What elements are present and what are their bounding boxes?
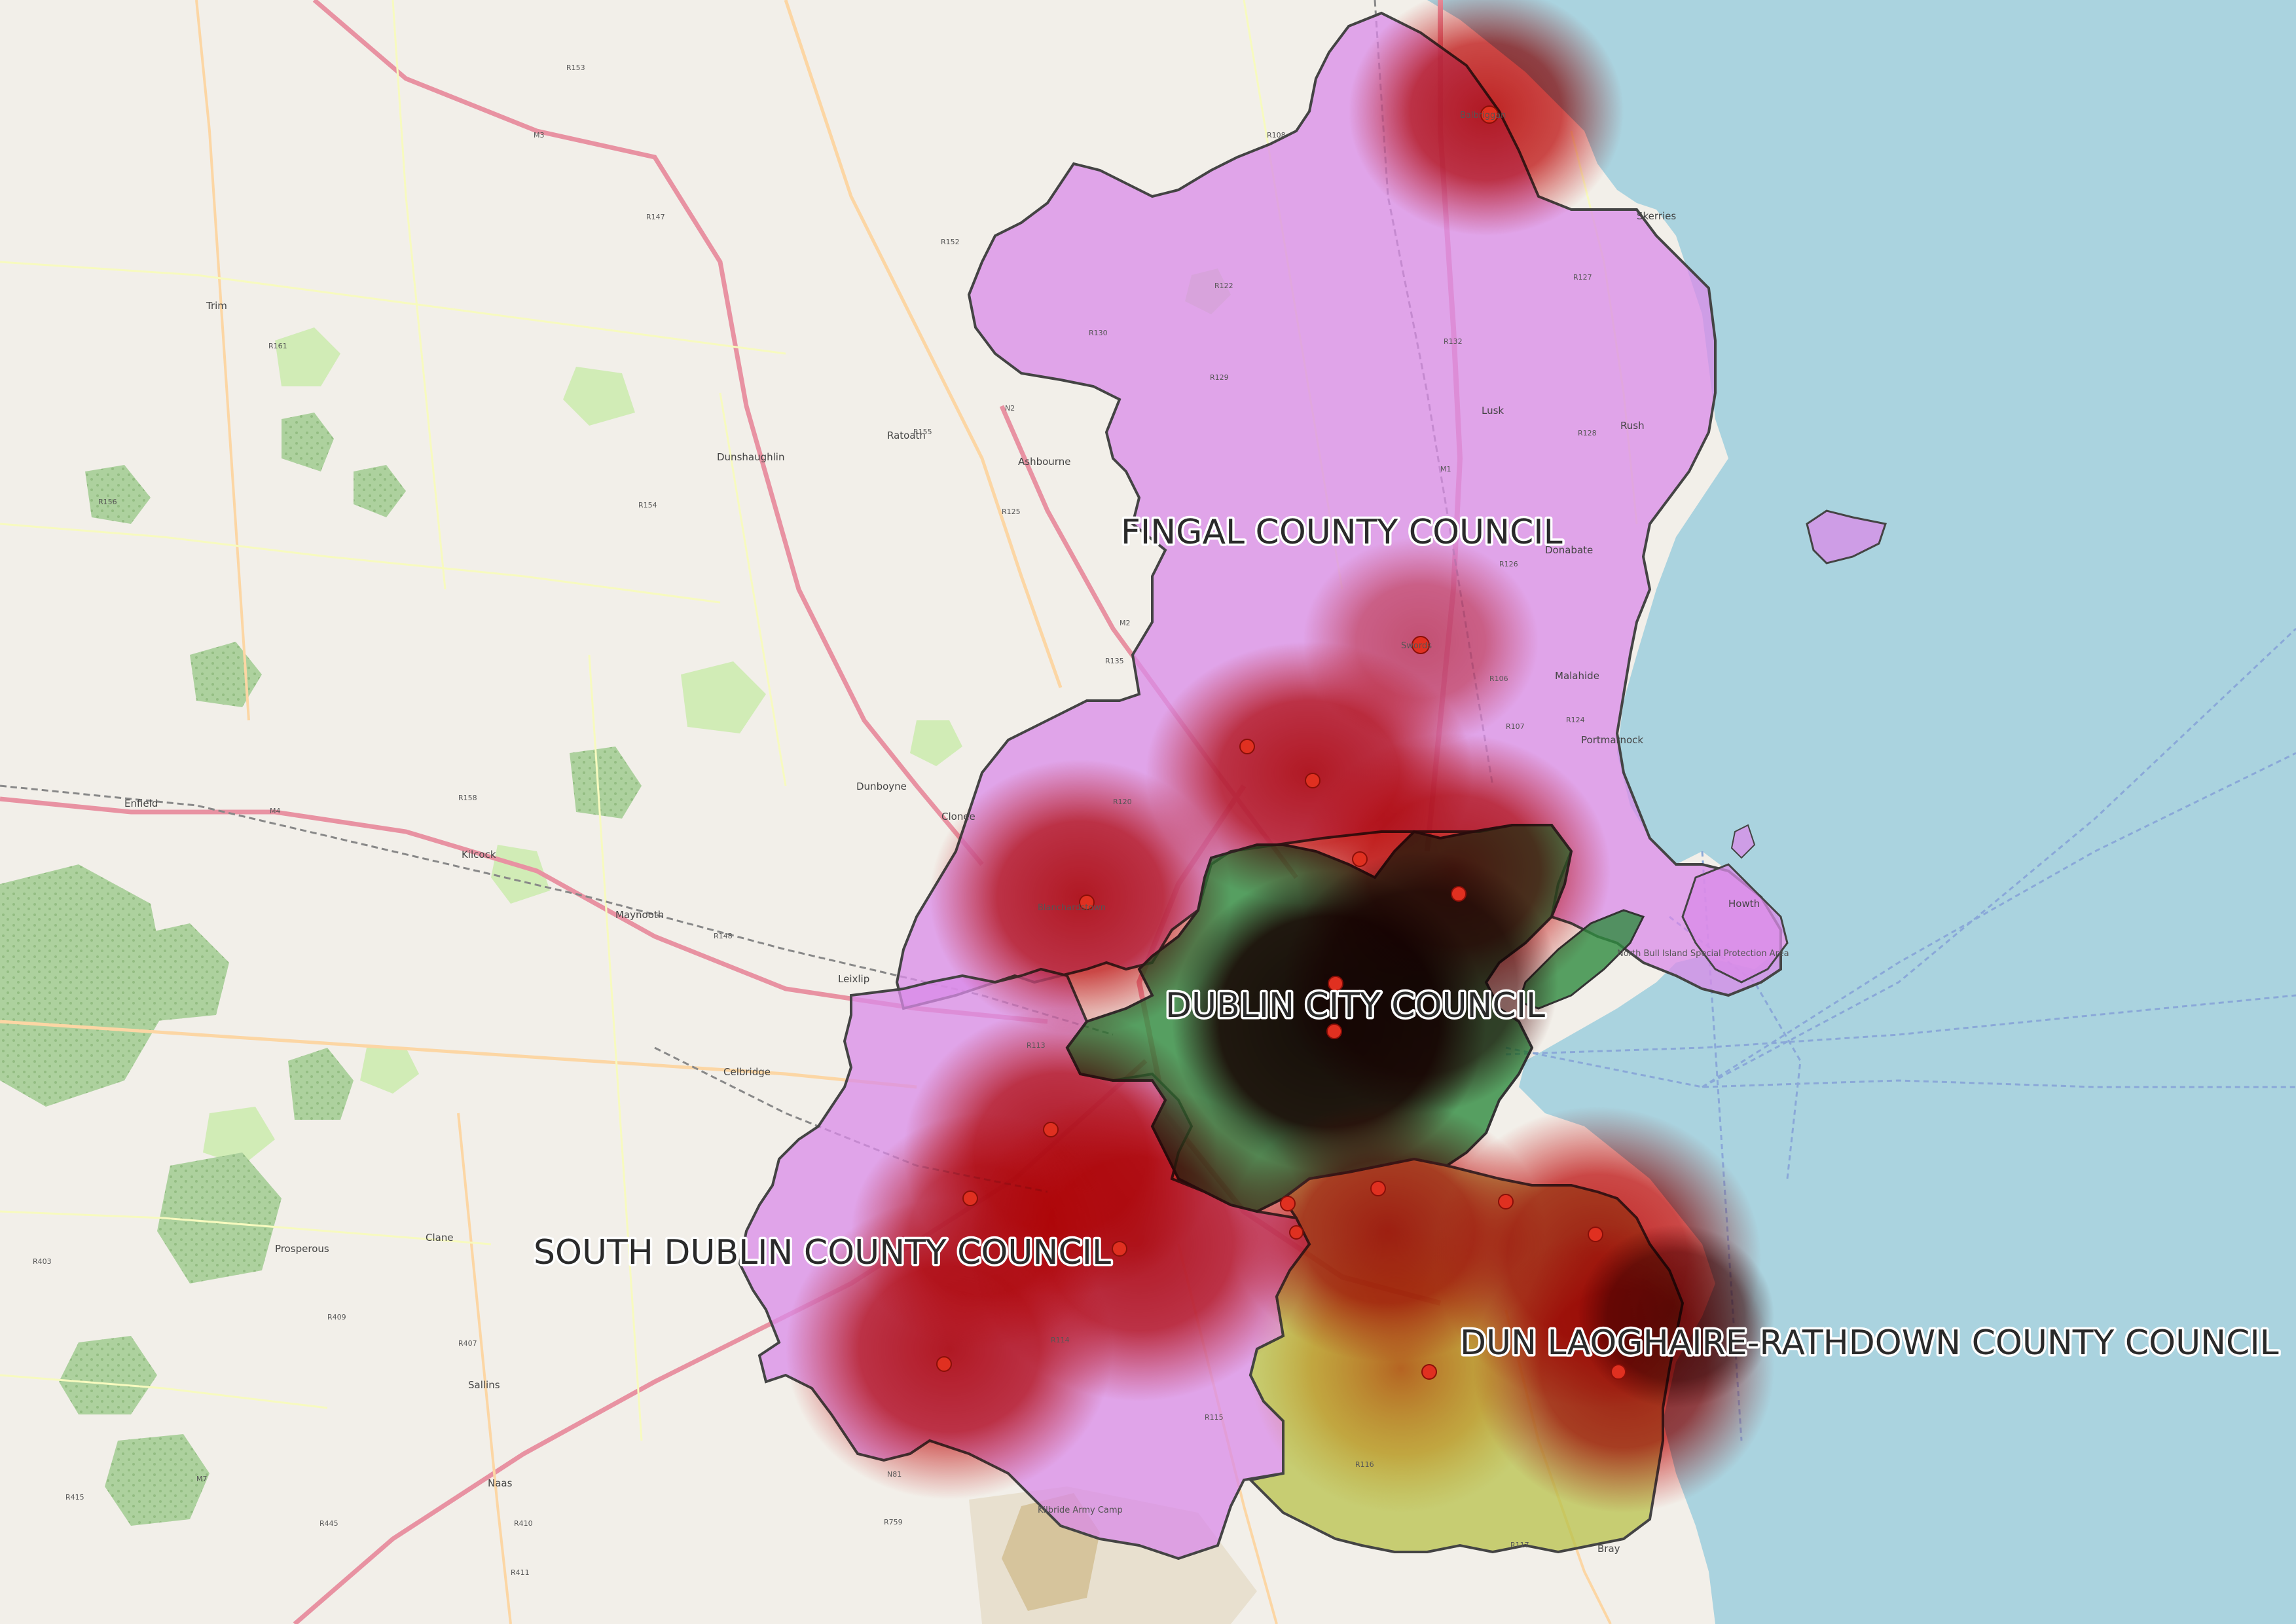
- place-clonee: Clonee: [941, 811, 975, 822]
- road-label-r411: R411: [511, 1568, 530, 1577]
- place-portmarnock: Portmarnock: [1581, 734, 1643, 746]
- place-lusk: Lusk: [1482, 405, 1504, 416]
- road-label-r128: R128: [1578, 429, 1597, 437]
- road-label-r152: R152: [941, 238, 960, 246]
- place-prosperous: Prosperous: [275, 1243, 329, 1255]
- road-label-r129: R129: [1210, 373, 1229, 382]
- place-blanchardstown: Blanchardstown: [1038, 903, 1106, 913]
- place-dunshaughlin: Dunshaughlin: [717, 451, 784, 463]
- finglas-site[interactable]: [1352, 851, 1368, 867]
- road-label-r120: R120: [1113, 798, 1132, 806]
- road-label-r147: R147: [646, 213, 665, 221]
- road-label-r154: R154: [638, 501, 657, 509]
- place-leixlip: Leixlip: [838, 973, 869, 985]
- road-label-r409: R409: [327, 1313, 346, 1321]
- place-maynooth: Maynooth: [615, 909, 664, 921]
- fingal-label: FINGAL COUNTY COUNCIL: [1121, 513, 1563, 552]
- road-label-r108: R108: [1267, 131, 1286, 139]
- place-north-bull-island: North Bull Island Special Protection Are…: [1617, 949, 1789, 959]
- clondalkin-site[interactable]: [1043, 1122, 1059, 1137]
- road-label-r445: R445: [319, 1519, 338, 1528]
- dublin-council-heatmap[interactable]: Trim Dunshaughlin Ratoath Ashbourne Mayn…: [0, 0, 2296, 1624]
- road-label-r117: R117: [1510, 1541, 1529, 1549]
- place-ashbourne: Ashbourne: [1018, 456, 1070, 468]
- place-rush: Rush: [1620, 420, 1645, 432]
- place-kilcock: Kilcock: [462, 849, 496, 860]
- citywest-site[interactable]: [1289, 1225, 1303, 1240]
- airport-site-1[interactable]: [1239, 739, 1255, 754]
- road-label-n2: N2: [1005, 404, 1015, 413]
- coolock-site[interactable]: [1451, 886, 1467, 902]
- road-label-r135: R135: [1105, 657, 1124, 665]
- dundrum-site[interactable]: [1370, 1181, 1386, 1196]
- road-label-m1: M1: [1440, 465, 1451, 473]
- road-label-r132: R132: [1444, 337, 1463, 346]
- road-label-r113: R113: [1027, 1041, 1046, 1050]
- place-enfield: Enfield: [124, 798, 158, 809]
- road-label-r114: R114: [1051, 1336, 1070, 1344]
- place-trim: Trim: [206, 300, 227, 312]
- road-label-r107: R107: [1506, 722, 1525, 731]
- killiney-site[interactable]: [1611, 1364, 1626, 1380]
- road-label-m7: M7: [196, 1475, 208, 1483]
- road-label-r403: R403: [33, 1257, 52, 1266]
- road-label-r161: R161: [268, 342, 287, 350]
- place-naas: Naas: [488, 1477, 513, 1489]
- place-skerries: Skerries: [1637, 210, 1676, 222]
- dun-laoghaire-site[interactable]: [1588, 1227, 1603, 1242]
- place-celbridge: Celbridge: [723, 1066, 771, 1078]
- road-label-r125: R125: [1002, 507, 1021, 516]
- airport-site-2[interactable]: [1305, 773, 1321, 788]
- rathfarnham-site[interactable]: [1280, 1196, 1296, 1211]
- place-dunboyne: Dunboyne: [856, 781, 907, 792]
- road-label-r153: R153: [566, 64, 585, 72]
- road-label-m3: M3: [534, 131, 545, 139]
- place-bray: Bray: [1597, 1543, 1620, 1555]
- road-label-r148: R148: [714, 932, 733, 940]
- road-label-r407: R407: [458, 1339, 477, 1348]
- road-label-r759: R759: [884, 1518, 903, 1526]
- road-label-r158: R158: [458, 794, 477, 802]
- crumlin-site[interactable]: [1112, 1241, 1127, 1257]
- blackrock-site[interactable]: [1498, 1194, 1514, 1209]
- place-kilbride-army-camp: Kilbride Army Camp: [1038, 1505, 1123, 1515]
- road-label-r126: R126: [1499, 560, 1518, 568]
- road-label-r115: R115: [1205, 1413, 1224, 1422]
- road-label-n81: N81: [887, 1470, 902, 1479]
- road-label-r116: R116: [1355, 1460, 1374, 1469]
- road-label-r410: R410: [514, 1519, 533, 1528]
- city-centre-site-2[interactable]: [1326, 1024, 1342, 1039]
- road-label-r156: R156: [98, 498, 117, 506]
- road-label-r106: R106: [1489, 674, 1508, 683]
- south-dublin-label: SOUTH DUBLIN COUNTY COUNCIL: [534, 1233, 1111, 1272]
- place-balbriggan: Balbriggan: [1460, 111, 1506, 120]
- road-label-m2: M2: [1120, 619, 1131, 627]
- dun-laoghaire-rathdown-label: DUN LAOGHAIRE-RATHDOWN COUNTY COUNCIL: [1460, 1323, 2279, 1363]
- road-label-r122: R122: [1214, 282, 1233, 290]
- road-label-r127: R127: [1573, 273, 1592, 282]
- place-swords: Swords: [1401, 641, 1432, 651]
- place-malahide: Malahide: [1555, 670, 1599, 682]
- road-label-r415: R415: [65, 1493, 84, 1502]
- dublin-city-label: DUBLIN CITY COUNCIL: [1165, 986, 1545, 1025]
- road-label-r130: R130: [1089, 329, 1108, 337]
- sandyford-site[interactable]: [1421, 1364, 1437, 1380]
- tallaght-site[interactable]: [936, 1356, 952, 1372]
- road-label-r124: R124: [1566, 716, 1585, 724]
- lucan-site[interactable]: [962, 1190, 978, 1206]
- place-howth: Howth: [1728, 898, 1760, 910]
- road-label-r155: R155: [913, 428, 932, 436]
- road-label-m4: M4: [270, 807, 281, 815]
- place-sallins: Sallins: [468, 1379, 500, 1391]
- place-clane: Clane: [426, 1232, 454, 1244]
